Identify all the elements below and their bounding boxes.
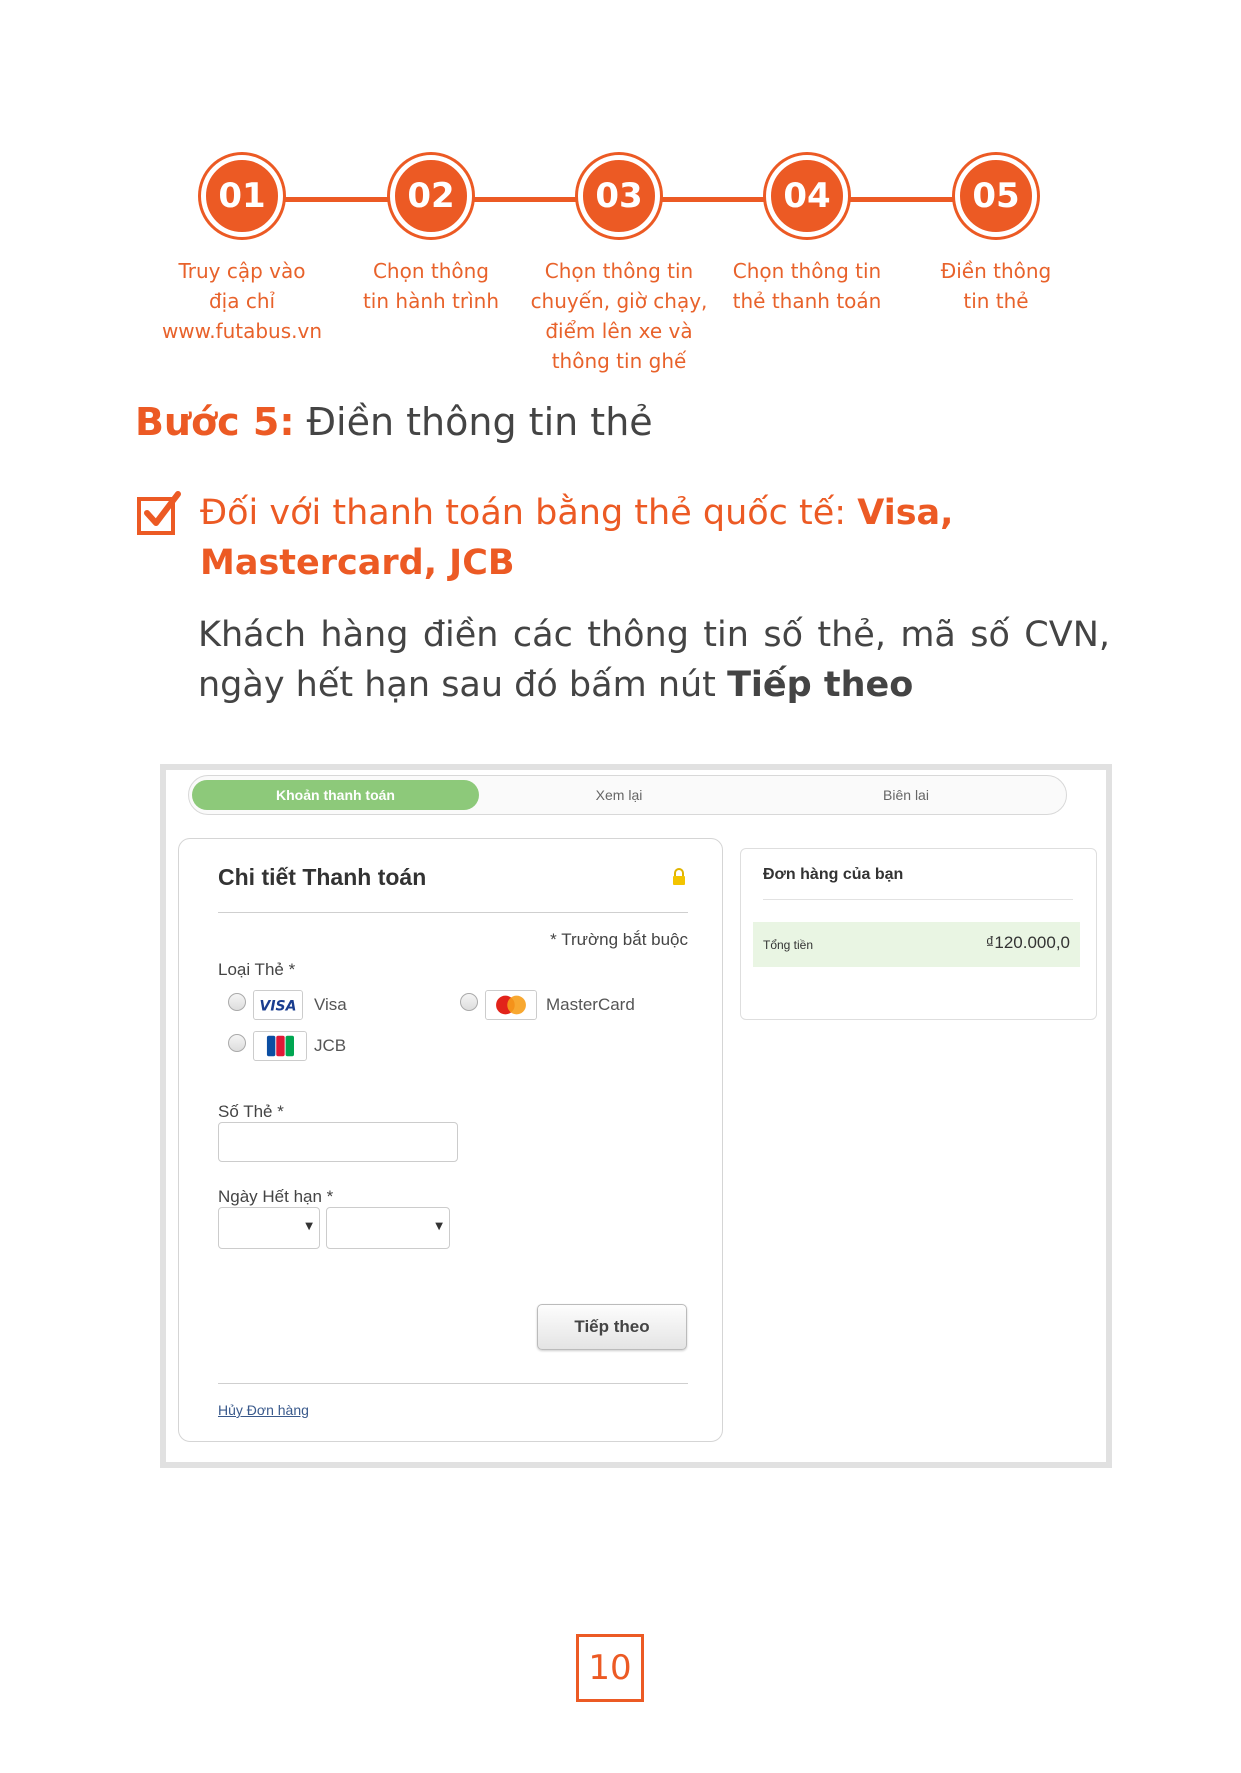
jcb-radio[interactable] [228, 1034, 246, 1052]
mastercard-radio[interactable] [460, 993, 478, 1011]
jcb-logo-icon [253, 1031, 307, 1061]
chevron-down-icon: ▼ [305, 1221, 313, 1232]
step-label-4: Chọn thông tin thẻ thanh toán [732, 259, 882, 313]
step-circle-1: 01 [201, 155, 283, 237]
mastercard-logo-icon [485, 990, 537, 1020]
step-circle-4: 04 [766, 155, 848, 237]
tab-receipt[interactable]: Biên lai [806, 780, 1006, 810]
step-label-1: Truy cập vào địa chỉ www.futabus.vn [161, 259, 323, 343]
divider [763, 899, 1073, 900]
total-amount: ₫120.000,0 [985, 933, 1070, 952]
tab-review[interactable]: Xem lại [519, 780, 719, 810]
expiry-month-select[interactable]: ▼ [218, 1207, 320, 1249]
instruction-body: Khách hàng điền các thông tin số thẻ, mã… [198, 615, 1110, 705]
step-label-3: Chọn thông tin chuyến, giờ chạy, điểm lê… [530, 259, 708, 373]
card-number-input[interactable] [218, 1122, 458, 1162]
mastercard-option-label[interactable]: MasterCard [546, 995, 635, 1015]
step-label-2: Chọn thông tin hành trình [362, 259, 500, 313]
page-number: 10 [576, 1634, 644, 1702]
card-number-label: Số Thẻ * [218, 1102, 284, 1121]
next-button[interactable]: Tiếp theo [537, 1304, 687, 1350]
divider [218, 1383, 688, 1384]
visa-logo-icon: VISA [253, 990, 303, 1020]
order-title: Đơn hàng của bạn [763, 866, 904, 883]
svg-text:VISA: VISA [260, 999, 297, 1015]
intl-card-title-prefix: Đối với thanh toán bằng thẻ quốc tế: [200, 493, 847, 533]
divider [218, 912, 688, 913]
instruction-text: Khách hàng điền các thông tin số thẻ, mã… [198, 610, 1110, 710]
step-circle-3: 03 [578, 155, 660, 237]
total-label: Tổng tiền [763, 938, 814, 952]
step-title: Điền thông tin thẻ [306, 400, 653, 444]
intl-card-title: Đối với thanh toán bằng thẻ quốc tế: Vis… [200, 488, 1110, 588]
card-type-label: Loại Thẻ * [218, 960, 296, 979]
step-label-5: Điền thông tin thẻ [940, 259, 1052, 313]
cancel-order-link[interactable]: Hủy Đơn hàng [218, 1402, 309, 1418]
payment-title: Chi tiết Thanh toán [218, 864, 427, 890]
required-note: * Trường bắt buộc [550, 930, 688, 949]
visa-option-label[interactable]: Visa [314, 995, 347, 1015]
chevron-down-icon: ▼ [435, 1221, 443, 1232]
visa-radio[interactable] [228, 993, 246, 1011]
lock-icon [673, 868, 685, 885]
tab-payment[interactable]: Khoản thanh toán [192, 780, 479, 810]
step-number: Bước 5: [135, 400, 295, 444]
jcb-option-label[interactable]: JCB [314, 1036, 346, 1056]
expiry-label: Ngày Hết hạn * [218, 1187, 334, 1206]
step-circle-2: 02 [390, 155, 472, 237]
step-heading: Bước 5: Điền thông tin thẻ [135, 400, 653, 444]
expiry-year-select[interactable]: ▼ [326, 1207, 450, 1249]
step-circle-5: 05 [955, 155, 1037, 237]
instruction-button-name: Tiếp theo [727, 665, 914, 705]
checkbox-checked-icon [137, 491, 181, 535]
